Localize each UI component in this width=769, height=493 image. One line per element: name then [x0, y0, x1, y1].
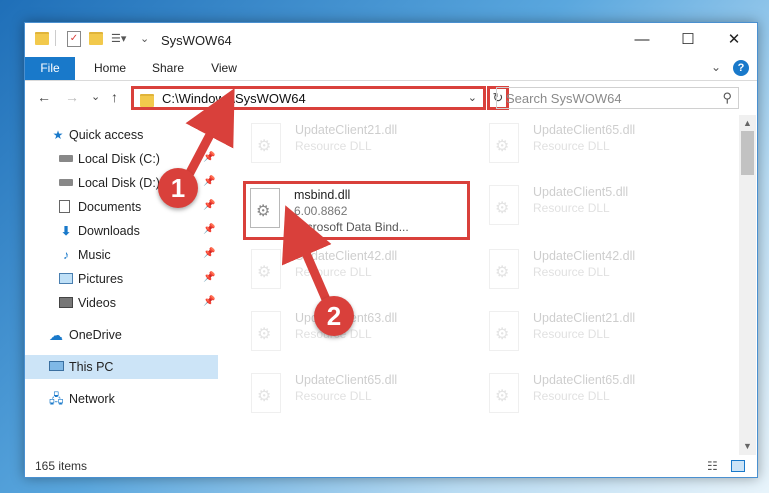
- arrow-to-file: [281, 205, 333, 306]
- callout-step-1: 1: [158, 168, 198, 208]
- callout-step-2: 2: [314, 296, 354, 336]
- annotation-arrows: [180, 88, 333, 306]
